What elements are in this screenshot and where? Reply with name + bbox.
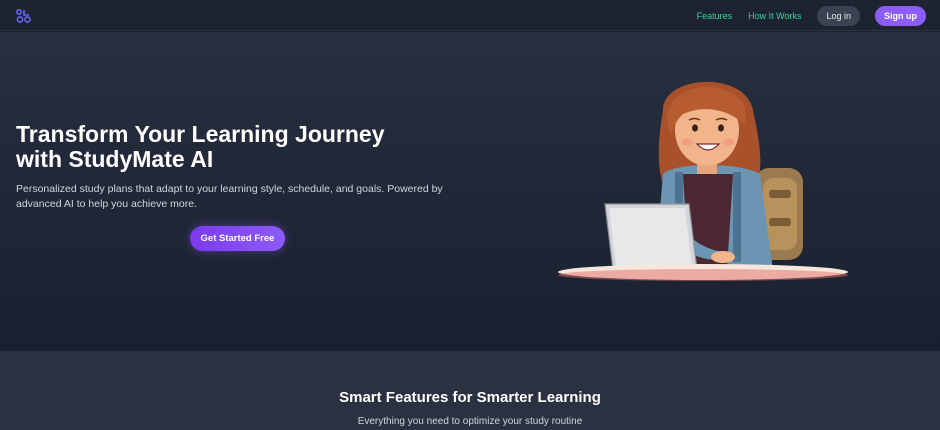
hero-title-line-2: with StudyMate AI xyxy=(16,146,214,172)
top-navbar: Features How It Works Log in Sign up xyxy=(0,0,940,31)
signup-button[interactable]: Sign up xyxy=(875,5,926,26)
hero-title-line-1: Transform Your Learning Journey xyxy=(16,121,385,147)
features-subtitle: Everything you need to optimize your stu… xyxy=(357,416,583,427)
login-button[interactable]: Log in xyxy=(817,5,860,26)
nav-link-features[interactable]: Features xyxy=(697,11,733,21)
nav-links: Features How It Works Log in Sign up xyxy=(697,4,926,27)
get-started-button[interactable]: Get Started Free xyxy=(190,226,285,251)
student-with-laptop-illustration xyxy=(558,81,848,281)
hero-title: Transform Your Learning Journey with Stu… xyxy=(16,122,446,172)
nav-link-how-it-works[interactable]: How It Works xyxy=(748,11,801,21)
features-title: Smart Features for Smarter Learning xyxy=(339,389,601,406)
brand-logo-icon[interactable] xyxy=(15,8,33,24)
hero-subtitle: Personalized study plans that adapt to y… xyxy=(16,183,443,210)
